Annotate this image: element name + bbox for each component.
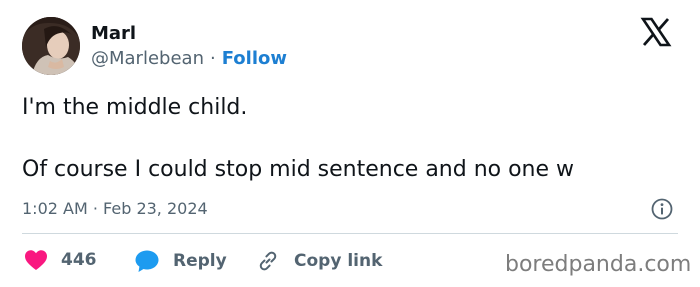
tweet-text-line-1: I'm the middle child. [22, 95, 248, 120]
author-name[interactable]: Marl [91, 23, 136, 44]
divider [22, 233, 678, 234]
heart-icon [25, 250, 47, 270]
author-handle[interactable]: @Marlebean [91, 48, 204, 69]
link-icon [259, 251, 277, 271]
info-icon[interactable] [651, 198, 673, 220]
tweet-text-line-2: Of course I could stop mid sentence and … [22, 157, 575, 182]
author-handle-row: @Marlebean · Follow [91, 48, 287, 69]
reply-label: Reply [173, 251, 227, 271]
like-button[interactable]: 446 [24, 249, 97, 271]
x-logo-icon[interactable] [640, 16, 672, 48]
speech-bubble-icon [135, 250, 159, 272]
copy-link-button[interactable]: Copy link [256, 249, 382, 273]
tweet-card: Marl @Marlebean · Follow I'm the middle ch… [0, 0, 700, 287]
avatar[interactable] [22, 17, 80, 75]
copy-link-label: Copy link [294, 251, 383, 271]
separator-dot: · [209, 48, 216, 69]
like-count: 446 [61, 250, 97, 270]
watermark: boredpanda.com [505, 252, 692, 277]
tweet-timestamp[interactable]: 1:02 AM · Feb 23, 2024 [22, 199, 208, 218]
reply-button[interactable]: Reply [134, 249, 227, 273]
follow-button[interactable]: Follow [222, 48, 287, 69]
